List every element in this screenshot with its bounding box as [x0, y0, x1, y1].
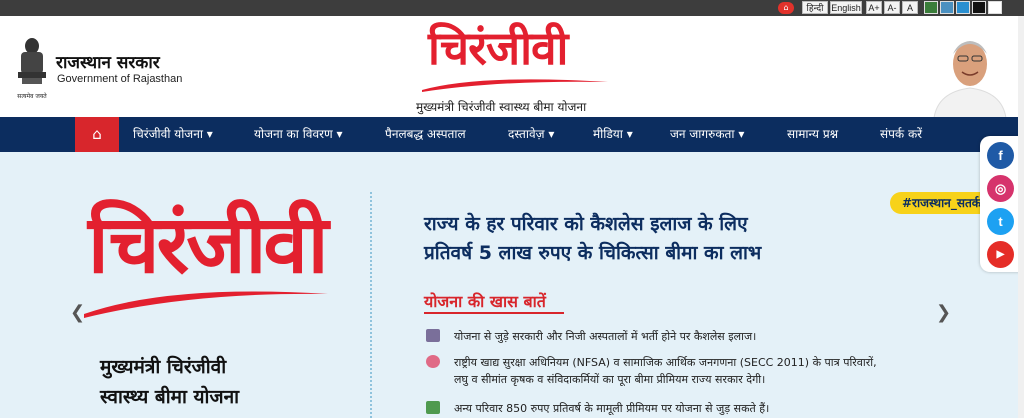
state-emblem-icon: सत्यमेव जयते — [17, 38, 47, 100]
instagram-icon[interactable]: ◎ — [987, 175, 1014, 202]
logo-swoosh-icon — [422, 79, 608, 92]
hero-subtitle: मुख्यमंत्री चिरंजीवी स्वास्थ्य बीमा योजन… — [100, 356, 240, 408]
hero-swoosh-icon — [84, 291, 328, 318]
carousel-next-button[interactable]: ❯ — [936, 302, 951, 323]
hero-divider — [370, 192, 372, 418]
font-normal-button[interactable]: A — [902, 1, 918, 14]
features-title: योजना की खास बातें — [424, 292, 546, 311]
government-name-hindi: राजस्थान सरकार — [56, 53, 160, 73]
utility-bar: ⌂ हिन्दी English A+ A- A — [0, 0, 1024, 16]
theme-dark-swatch[interactable] — [972, 1, 986, 14]
hero-carousel: चिरंजीवी मुख्यमंत्री चिरंजीवी स्वास्थ्य … — [0, 152, 1024, 418]
font-decrease-button[interactable]: A- — [884, 1, 900, 14]
chief-minister-photo — [932, 26, 1008, 118]
money-icon — [426, 401, 440, 414]
chiranjeevi-logo[interactable]: चिरंजीवी — [428, 16, 568, 78]
youtube-icon[interactable]: ▶ — [987, 241, 1014, 268]
nav-item-faq[interactable]: सामान्य प्रश्न — [787, 117, 838, 152]
home-icon[interactable]: ⌂ — [778, 2, 794, 14]
nav-item-empanelled-hospitals[interactable]: पैनलबद्ध अस्पताल — [385, 117, 466, 152]
theme-blue-swatch[interactable] — [940, 1, 954, 14]
carousel-prev-button[interactable]: ❮ — [70, 302, 85, 323]
nav-home-icon[interactable]: ⌂ — [75, 117, 119, 152]
page-scrollbar[interactable] — [1018, 16, 1024, 418]
hero-chiranjeevi-logo: चिरंजीवी — [88, 197, 329, 291]
theme-lightblue-swatch[interactable] — [956, 1, 970, 14]
nav-item-documents[interactable]: दस्तावेज़ ▾ — [508, 117, 554, 152]
site-header: सत्यमेव जयते राजस्थान सरकार Government o… — [0, 16, 1024, 118]
theme-green-swatch[interactable] — [924, 1, 938, 14]
lang-english-button[interactable]: English — [830, 1, 862, 14]
piggy-bank-icon — [426, 355, 440, 368]
nav-item-scheme-details[interactable]: योजना का विवरण ▾ — [254, 117, 343, 152]
nav-item-public-awareness[interactable]: जन जागरुकता ▾ — [670, 117, 744, 152]
hospital-icon — [426, 329, 440, 342]
font-increase-button[interactable]: A+ — [866, 1, 882, 14]
nav-item-chiranjeevi-yojana[interactable]: चिरंजीवी योजना ▾ — [133, 117, 213, 152]
scheme-subtitle: मुख्यमंत्री चिरंजीवी स्वास्थ्य बीमा योजन… — [416, 100, 587, 114]
svg-text:सत्यमेव जयते: सत्यमेव जयते — [17, 92, 47, 100]
nav-item-contact[interactable]: संपर्क करें — [880, 117, 922, 152]
features-title-underline — [424, 312, 564, 314]
facebook-icon[interactable]: f — [987, 142, 1014, 169]
lang-hindi-button[interactable]: हिन्दी — [802, 1, 828, 14]
twitter-icon[interactable]: t — [987, 208, 1014, 235]
government-name-english: Government of Rajasthan — [57, 73, 183, 85]
nav-item-media[interactable]: मीडिया ▾ — [593, 117, 633, 152]
theme-light-swatch[interactable] — [988, 1, 1002, 14]
hero-headline: राज्य के हर परिवार को कैशलेस इलाज के लिए… — [424, 213, 762, 264]
main-navigation: ⌂ चिरंजीवी योजना ▾ योजना का विवरण ▾ पैनल… — [0, 117, 1024, 152]
